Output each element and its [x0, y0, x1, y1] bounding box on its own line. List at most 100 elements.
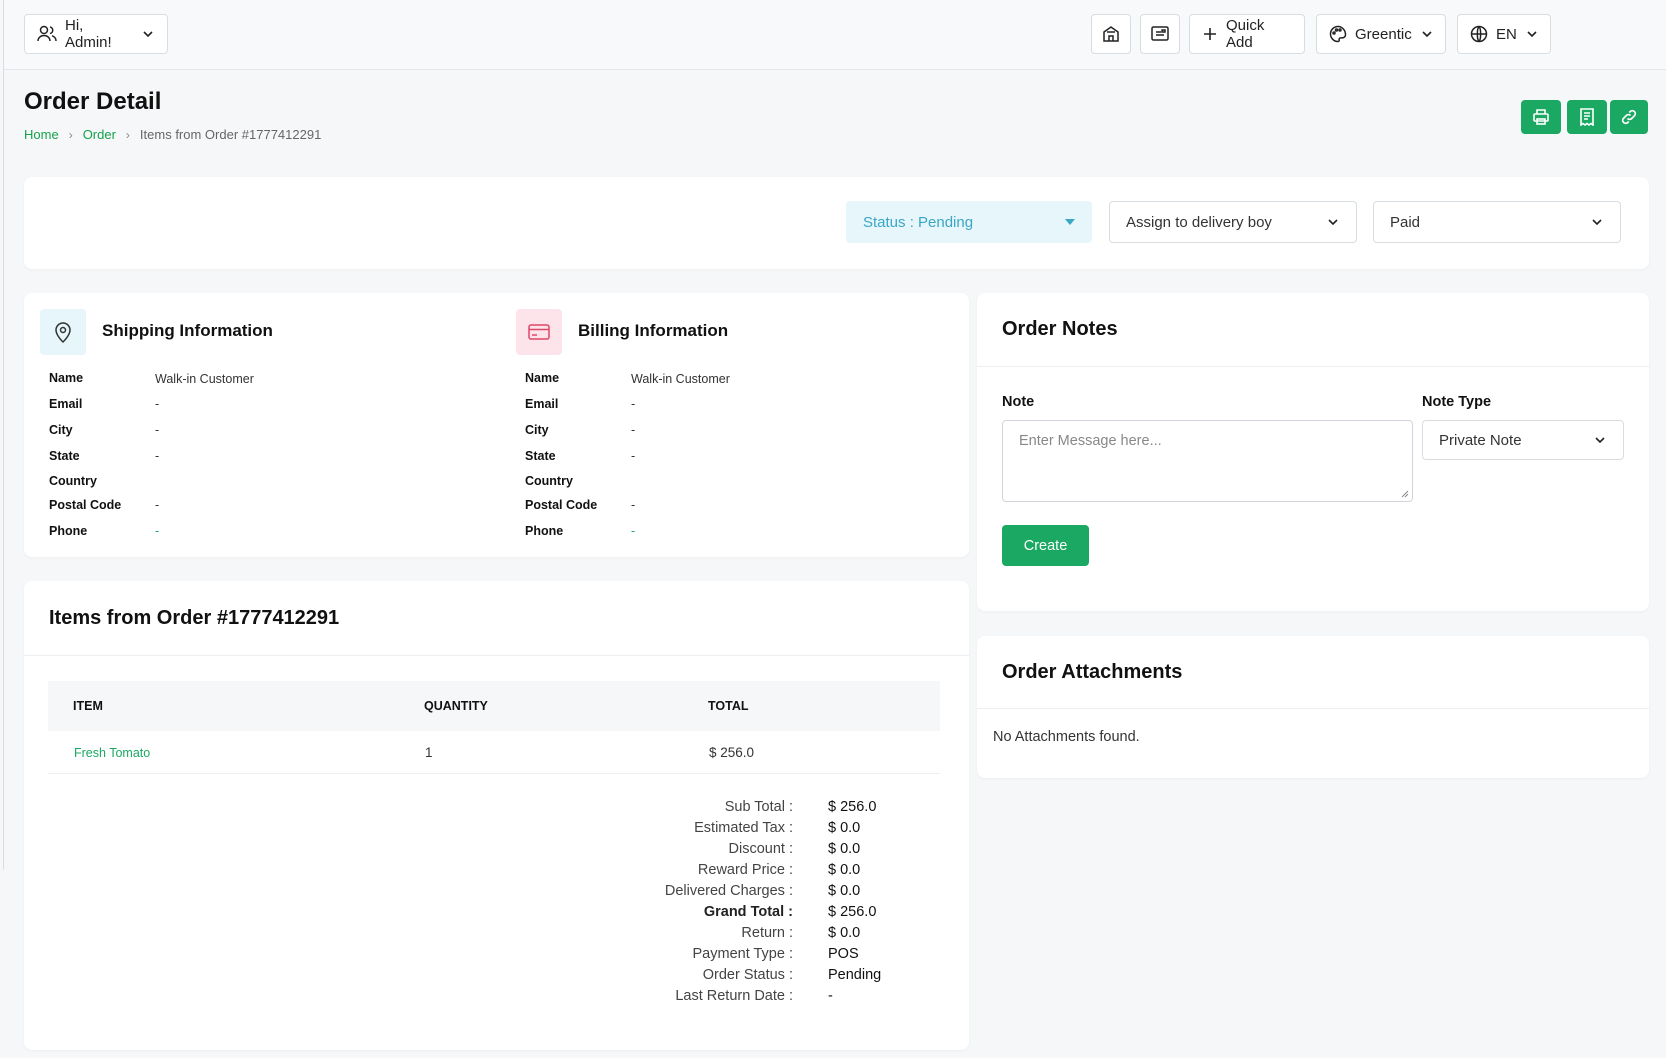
divider [24, 655, 969, 656]
breadcrumb: Home › Order › Items from Order #1777412… [24, 127, 321, 142]
order-notes-card: Order Notes Note Enter Message here... N… [977, 293, 1649, 611]
billing-value: - [631, 423, 636, 437]
link-icon [1621, 109, 1637, 125]
shipping-value: - [155, 397, 160, 411]
items-title: Items from Order #1777412291 [49, 607, 340, 629]
chevron-down-icon [1592, 219, 1602, 226]
shipping-label: Country [49, 474, 97, 488]
summary-label-grand-total: Grand Total : [703, 904, 793, 920]
pos-button[interactable] [1140, 14, 1180, 54]
note-type-value: Private Note [1439, 431, 1522, 449]
chevron-down-icon [143, 31, 153, 38]
resize-handle-icon [1401, 490, 1409, 498]
copy-link-button[interactable] [1610, 100, 1648, 134]
status-select[interactable]: Status : Pending [846, 201, 1092, 243]
caret-down-icon [1065, 219, 1075, 225]
pos-icon [1151, 26, 1169, 41]
billing-label: Phone [525, 524, 564, 538]
quick-add-button[interactable]: Quick Add [1189, 14, 1305, 54]
payment-value: Paid [1390, 213, 1421, 231]
order-controls-card: Status : Pending Assign to delivery boy … [24, 177, 1649, 269]
summary-label: Delivered Charges : [664, 883, 793, 899]
payment-status-select[interactable]: Paid [1373, 201, 1621, 243]
breadcrumb-home[interactable]: Home [24, 127, 59, 142]
note-type-select[interactable]: Private Note [1422, 420, 1624, 460]
shipping-title: Shipping Information [102, 321, 273, 340]
chevron-down-icon [1595, 437, 1605, 444]
plus-icon [1204, 28, 1216, 40]
breadcrumb-order[interactable]: Order [83, 127, 116, 142]
summary-value: $ 0.0 [828, 841, 861, 857]
create-note-button[interactable]: Create [1002, 525, 1089, 566]
billing-value: - [631, 397, 636, 411]
chevron-right-icon: › [125, 127, 130, 142]
item-quantity: 1 [425, 745, 433, 760]
summary-value-grand-total: $ 256.0 [828, 904, 877, 920]
theme-selector[interactable]: Greentic [1316, 14, 1446, 54]
note-label: Note [1002, 394, 1035, 410]
billing-label: Name [525, 371, 560, 385]
column-quantity: QUANTITY [424, 699, 488, 713]
delivery-boy-select[interactable]: Assign to delivery boy [1109, 201, 1357, 243]
chevron-down-icon [1328, 219, 1338, 226]
billing-value: - [631, 498, 636, 512]
notes-title: Order Notes [1002, 318, 1118, 340]
print-button[interactable] [1521, 100, 1561, 134]
top-bar: Hi, Admin! Quick Add Greentic EN [4, 0, 1666, 70]
summary-value: - [828, 988, 833, 1004]
credit-card-icon [516, 309, 562, 355]
item-total: $ 256.0 [709, 745, 755, 760]
admin-menu-button[interactable]: Hi, Admin! [24, 14, 168, 54]
shipping-label: State [49, 449, 80, 463]
summary-label: Sub Total : [724, 799, 793, 815]
address-card: Shipping Information Name Walk-in Custom… [24, 293, 969, 557]
language-selector[interactable]: EN [1457, 14, 1551, 54]
summary-value: $ 0.0 [828, 820, 861, 836]
note-placeholder: Enter Message here... [1019, 433, 1162, 449]
summary-value: $ 256.0 [828, 799, 877, 815]
receipt-icon [1580, 108, 1594, 126]
order-summary-values: $ 256.0 $ 0.0 $ 0.0 $ 0.0 $ 0.0 $ 256.0 … [828, 799, 948, 1009]
column-total: TOTAL [708, 699, 749, 713]
shipping-value: Walk-in Customer [155, 372, 254, 386]
summary-value: POS [828, 946, 859, 962]
invoice-button[interactable] [1567, 100, 1607, 134]
summary-label: Reward Price : [697, 862, 793, 878]
location-pin-icon [40, 309, 86, 355]
page-title: Order Detail [24, 88, 162, 115]
quick-add-label: Quick Add [1226, 17, 1265, 51]
users-icon [37, 25, 57, 42]
shipping-label: Email [49, 397, 83, 411]
column-item: ITEM [73, 699, 103, 713]
billing-label: Postal Code [525, 498, 598, 512]
note-textarea[interactable]: Enter Message here... [1002, 420, 1413, 502]
summary-value: Pending [828, 967, 882, 983]
divider [977, 366, 1649, 367]
attachments-empty-message: No Attachments found. [993, 729, 1140, 745]
item-name-link[interactable]: Fresh Tomato [74, 746, 150, 760]
printer-icon [1533, 109, 1549, 125]
summary-value: $ 0.0 [828, 883, 861, 899]
summary-label: Order Status : [702, 967, 793, 983]
summary-value: $ 0.0 [828, 925, 861, 941]
sidebar-edge [3, 0, 4, 870]
order-summary-labels: Sub Total : Estimated Tax : Discount : R… [524, 799, 793, 1009]
summary-label: Last Return Date : [675, 988, 793, 1004]
billing-value: Walk-in Customer [631, 372, 730, 386]
shipping-label: Name [49, 371, 84, 385]
globe-icon [1470, 25, 1488, 43]
admin-greeting: Hi, Admin! [65, 17, 112, 51]
store-icon [1103, 26, 1119, 42]
billing-label: Email [525, 397, 559, 411]
store-button[interactable] [1091, 14, 1131, 54]
summary-value: $ 0.0 [828, 862, 861, 878]
theme-label: Greentic [1355, 25, 1412, 43]
summary-label: Estimated Tax : [694, 820, 793, 836]
billing-label: State [525, 449, 556, 463]
delivery-value: Assign to delivery boy [1126, 213, 1272, 231]
shipping-value: - [155, 423, 160, 437]
palette-icon [1329, 25, 1347, 43]
chevron-right-icon: › [68, 127, 73, 142]
note-type-label: Note Type [1422, 394, 1492, 410]
billing-title: Billing Information [578, 321, 729, 340]
